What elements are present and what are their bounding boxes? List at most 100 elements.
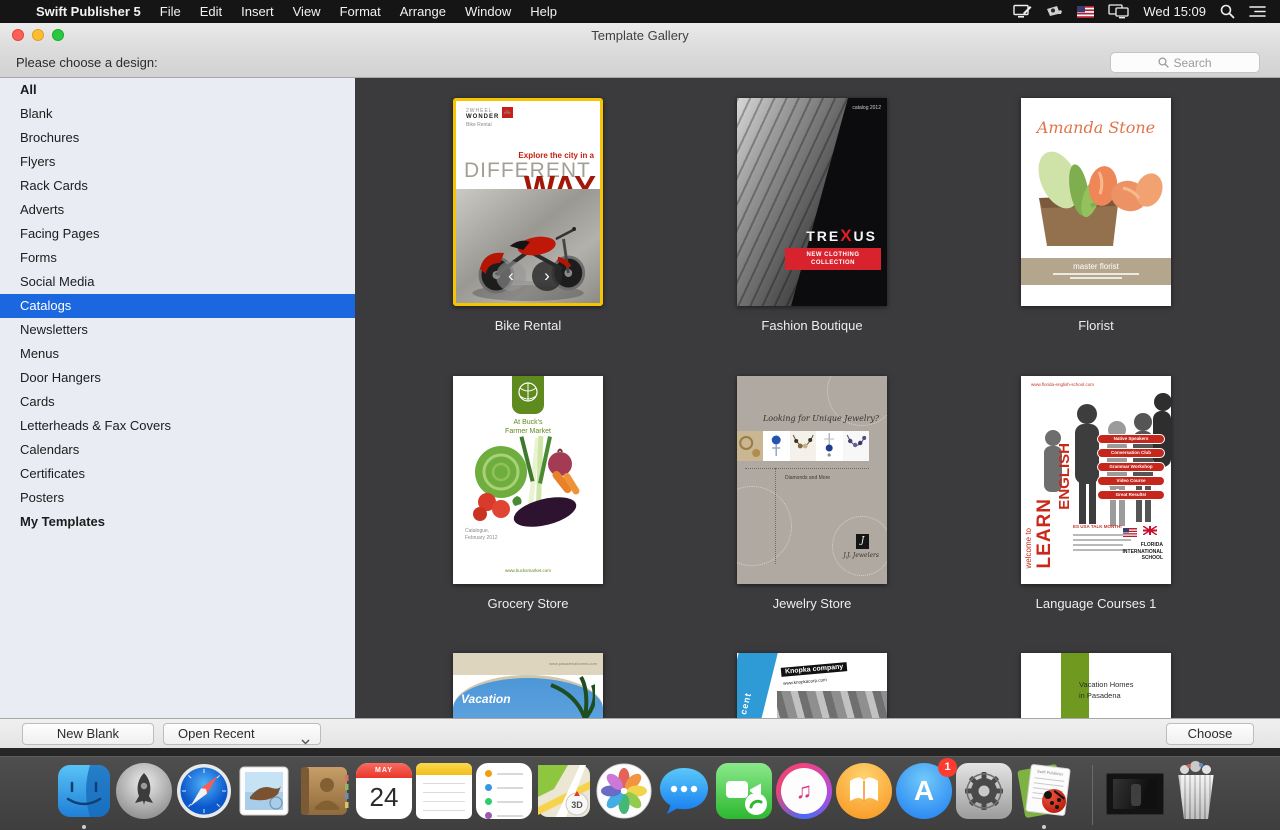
- menu-window[interactable]: Window: [465, 4, 511, 19]
- choose-button[interactable]: Choose: [1166, 723, 1254, 745]
- remote-display-icon[interactable]: [1013, 4, 1032, 19]
- menu-insert[interactable]: Insert: [241, 4, 274, 19]
- launchpad-dock-icon[interactable]: [116, 763, 172, 819]
- music-note-icon: ♫: [781, 768, 827, 814]
- sidebar-item-rack-cards[interactable]: Rack Cards: [0, 174, 355, 198]
- jewelry-photo-strip: [737, 431, 869, 461]
- template-prev-arrow[interactable]: ‹: [496, 261, 526, 291]
- itunes-dock-icon[interactable]: ♫: [776, 763, 832, 819]
- facetime-dock-icon[interactable]: [716, 763, 772, 819]
- swirl-ornament: [737, 486, 792, 566]
- chevron-down-icon: [301, 731, 310, 751]
- template-label-fashion-boutique: Fashion Boutique: [697, 318, 927, 333]
- sidebar-item-all[interactable]: All: [0, 78, 355, 102]
- calendar-day: 24: [356, 778, 412, 816]
- menu-view[interactable]: View: [293, 4, 321, 19]
- minimized-window-thumbnail[interactable]: [1106, 763, 1162, 819]
- language-badge: Grammar Workshop: [1097, 462, 1165, 472]
- maps-dock-icon[interactable]: 3D: [536, 763, 592, 819]
- system-preferences-dock-icon[interactable]: [956, 763, 1012, 819]
- spotlight-icon[interactable]: [1220, 4, 1235, 19]
- sidebar-item-facing-pages[interactable]: Facing Pages: [0, 222, 355, 246]
- template-label-language-courses: Language Courses 1: [981, 596, 1211, 611]
- mail-dock-icon[interactable]: [236, 763, 292, 819]
- zoom-button[interactable]: [52, 29, 64, 41]
- search-input[interactable]: Search: [1110, 52, 1260, 73]
- sidebar-item-door-hangers[interactable]: Door Hangers: [0, 366, 355, 390]
- florist-name: Amanda Stone: [1021, 118, 1171, 137]
- menu-arrange[interactable]: Arrange: [400, 4, 446, 19]
- sidebar-item-social-media[interactable]: Social Media: [0, 270, 355, 294]
- open-recent-dropdown[interactable]: Open Recent: [163, 723, 321, 745]
- swift-publisher-dock-icon[interactable]: Swift Publisher: [1016, 763, 1072, 819]
- menu-help[interactable]: Help: [530, 4, 557, 19]
- sidebar-item-my-templates[interactable]: My Templates: [0, 510, 355, 534]
- sidebar-item-letterheads[interactable]: Letterheads & Fax Covers: [0, 414, 355, 438]
- template-label-bike-rental: Bike Rental: [413, 318, 643, 333]
- knopka-company: Knopka company: [781, 662, 848, 677]
- vacation-headline: Vacation: [461, 692, 511, 706]
- template-bike-rental[interactable]: 2WHEEL WONDER Bike Rental 🚲 Explore the …: [453, 98, 603, 306]
- sidebar-item-catalogs[interactable]: Catalogs: [0, 294, 355, 318]
- jewelry-logo-script: J.J. Jewelers: [843, 552, 879, 559]
- trash-dock-icon[interactable]: [1168, 763, 1224, 819]
- gallery-toolbar: Please choose a design: Search: [0, 48, 1280, 78]
- template-label-grocery-store: Grocery Store: [413, 596, 643, 611]
- sidebar-item-posters[interactable]: Posters: [0, 486, 355, 510]
- menu-file[interactable]: File: [160, 4, 181, 19]
- sidebar-item-calendars[interactable]: Calendars: [0, 438, 355, 462]
- grocery-logo-tab: [512, 376, 544, 414]
- sidebar-item-adverts[interactable]: Adverts: [0, 198, 355, 222]
- notes-dock-icon[interactable]: [416, 763, 472, 819]
- contacts-dock-icon[interactable]: [296, 763, 352, 819]
- close-button[interactable]: [12, 29, 24, 41]
- template-language-courses[interactable]: www.florida-english-school.com welcome t…: [1021, 376, 1171, 584]
- template-vacation-homes-partial[interactable]: Vacation Homes in Pasadena: [1021, 653, 1171, 718]
- finder-dock-icon[interactable]: [56, 763, 112, 819]
- template-knopka-partial[interactable]: nt cent Knopka company www.knopkacorp.co…: [737, 653, 887, 718]
- sidebar-item-brochures[interactable]: Brochures: [0, 126, 355, 150]
- template-grocery-store[interactable]: At Buck's Farmer Market Catalogue, Febru…: [453, 376, 603, 584]
- reminders-dock-icon[interactable]: [476, 763, 532, 819]
- input-source-flag-icon[interactable]: [1077, 6, 1094, 18]
- sidebar-item-certificates[interactable]: Certificates: [0, 462, 355, 486]
- search-icon: [1158, 57, 1169, 68]
- template-next-arrow[interactable]: ›: [532, 261, 562, 291]
- camera-status-icon[interactable]: [1046, 5, 1063, 19]
- displays-status-icon[interactable]: [1108, 4, 1129, 19]
- fashion-brand: TREXUS: [806, 226, 877, 246]
- template-florist[interactable]: Amanda Stone master florist: [1021, 98, 1171, 306]
- trash-contents: [1178, 761, 1214, 775]
- calendar-dock-icon[interactable]: MAY 24: [356, 763, 412, 819]
- vacation-url: www.pasadenahomes.com: [549, 661, 597, 666]
- safari-dock-icon[interactable]: [176, 763, 232, 819]
- sidebar-item-cards[interactable]: Cards: [0, 390, 355, 414]
- template-vacation-partial[interactable]: www.pasadenahomes.com Vacation: [453, 653, 603, 718]
- calendar-month: MAY: [356, 763, 412, 778]
- app-menu-title[interactable]: Swift Publisher 5: [36, 4, 141, 19]
- messages-dock-icon[interactable]: [656, 763, 712, 819]
- sidebar-item-blank[interactable]: Blank: [0, 102, 355, 126]
- window-title: Template Gallery: [0, 23, 1280, 48]
- jewelry-logo: J: [856, 534, 869, 549]
- ibooks-dock-icon[interactable]: [836, 763, 892, 819]
- menu-format[interactable]: Format: [340, 4, 381, 19]
- minimize-button[interactable]: [32, 29, 44, 41]
- sidebar-item-forms[interactable]: Forms: [0, 246, 355, 270]
- template-fashion-boutique[interactable]: catalog 2012 TREXUS NEW CLOTHING COLLECT…: [737, 98, 887, 306]
- appstore-dock-icon[interactable]: A 1: [896, 763, 952, 819]
- notification-center-icon[interactable]: [1249, 5, 1266, 18]
- template-jewelry-store[interactable]: Looking for Unique Jewelry? Diamonds and…: [737, 376, 887, 584]
- grocery-store-name: At Buck's Farmer Market: [453, 418, 603, 436]
- sidebar-item-newsletters[interactable]: Newsletters: [0, 318, 355, 342]
- menu-edit[interactable]: Edit: [200, 4, 222, 19]
- tulips-photo: [1021, 146, 1171, 258]
- photos-dock-icon[interactable]: [596, 763, 652, 819]
- sidebar-item-flyers[interactable]: Flyers: [0, 150, 355, 174]
- dock: MAY 24 3D: [0, 756, 1280, 830]
- language-badge: Native Speakers: [1097, 434, 1165, 444]
- new-blank-button[interactable]: New Blank: [22, 723, 154, 745]
- sidebar-item-menus[interactable]: Menus: [0, 342, 355, 366]
- menu-clock[interactable]: Wed 15:09: [1143, 4, 1206, 19]
- florist-band: master florist: [1021, 258, 1171, 285]
